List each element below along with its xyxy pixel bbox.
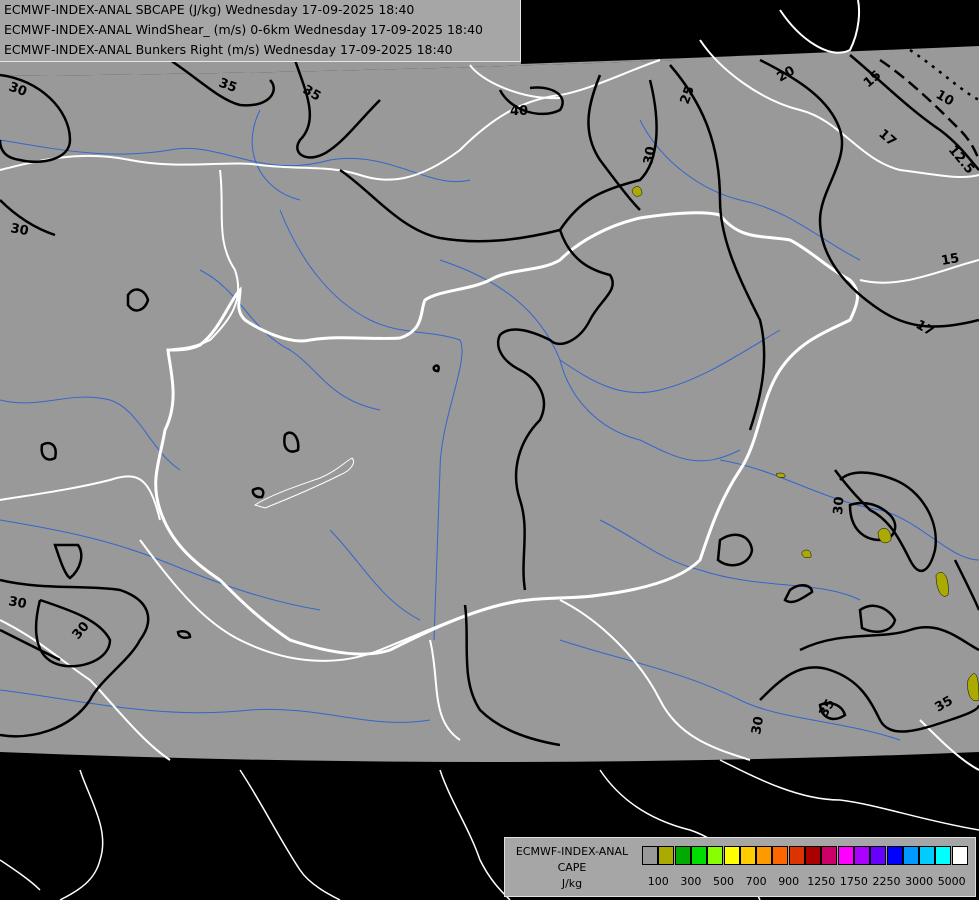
legend-swatch — [837, 846, 854, 865]
legend-swatch — [935, 846, 952, 865]
legend-swatch — [951, 846, 968, 865]
legend-swatch — [739, 846, 756, 865]
legend-tick-label: 700 — [745, 875, 767, 888]
legend-tick-label: 3000 — [905, 875, 934, 888]
map-header: ECMWF-INDEX-ANAL SBCAPE (J/kg) Wednesday… — [0, 0, 521, 62]
legend-tick-label: 1250 — [807, 875, 836, 888]
cape-legend: ECMWF-INDEX-ANAL CAPE J/kg 100 300 500 700 9… — [504, 837, 976, 897]
legend-swatch — [756, 846, 773, 865]
legend-swatch — [772, 846, 789, 865]
legend-swatch — [902, 846, 919, 865]
legend-tick-label: 100 — [647, 875, 669, 888]
legend-tick-label: 1750 — [839, 875, 868, 888]
contour-label: 30 — [749, 715, 767, 735]
header-line-1: ECMWF-INDEX-ANAL SBCAPE (J/kg) Wednesday… — [4, 2, 415, 17]
legend-swatch — [690, 846, 707, 865]
cape-patch — [801, 549, 812, 559]
weather-map: 30 35 35 40 25 20 15 17 10 12.5 30 15 17… — [0, 0, 979, 900]
contour-label: 30 — [7, 594, 27, 612]
legend-swatch — [788, 846, 805, 865]
contour-label: 40 — [510, 104, 528, 119]
legend-tick-label: 5000 — [937, 875, 966, 888]
contour-label: 30 — [641, 145, 659, 165]
legend-tick-label: 500 — [713, 875, 734, 888]
legend-swatch — [723, 846, 740, 865]
legend-title-line-3: J/kg — [561, 877, 583, 890]
legend-swatch — [886, 846, 903, 865]
legend-swatch — [870, 846, 887, 865]
legend-swatch — [805, 846, 821, 865]
header-line-2: ECMWF-INDEX-ANAL WindShear_ (m/s) 0-6km … — [4, 22, 483, 37]
legend-title: ECMWF-INDEX-ANAL CAPE J/kg — [509, 844, 635, 892]
legend-swatch — [674, 846, 691, 865]
legend-tick-label: 2250 — [872, 875, 901, 888]
legend-tick-label: 300 — [680, 875, 702, 888]
legend-title-line-2: CAPE — [557, 861, 587, 874]
legend-swatch — [853, 846, 870, 865]
contour-label: 15 — [940, 251, 960, 269]
legend-title-line-1: ECMWF-INDEX-ANAL — [515, 845, 629, 858]
contour-label: 30 — [9, 221, 29, 239]
legend-swatch — [707, 846, 724, 865]
contour-label: 30 — [831, 496, 848, 515]
legend-swatch — [919, 846, 936, 865]
legend-tick-label: 900 — [778, 875, 800, 888]
legend-swatch — [642, 846, 658, 865]
legend-swatch — [658, 846, 675, 865]
legend-swatch — [821, 846, 838, 865]
header-line-3: ECMWF-INDEX-ANAL Bunkers Right (m/s) Wed… — [4, 42, 453, 57]
